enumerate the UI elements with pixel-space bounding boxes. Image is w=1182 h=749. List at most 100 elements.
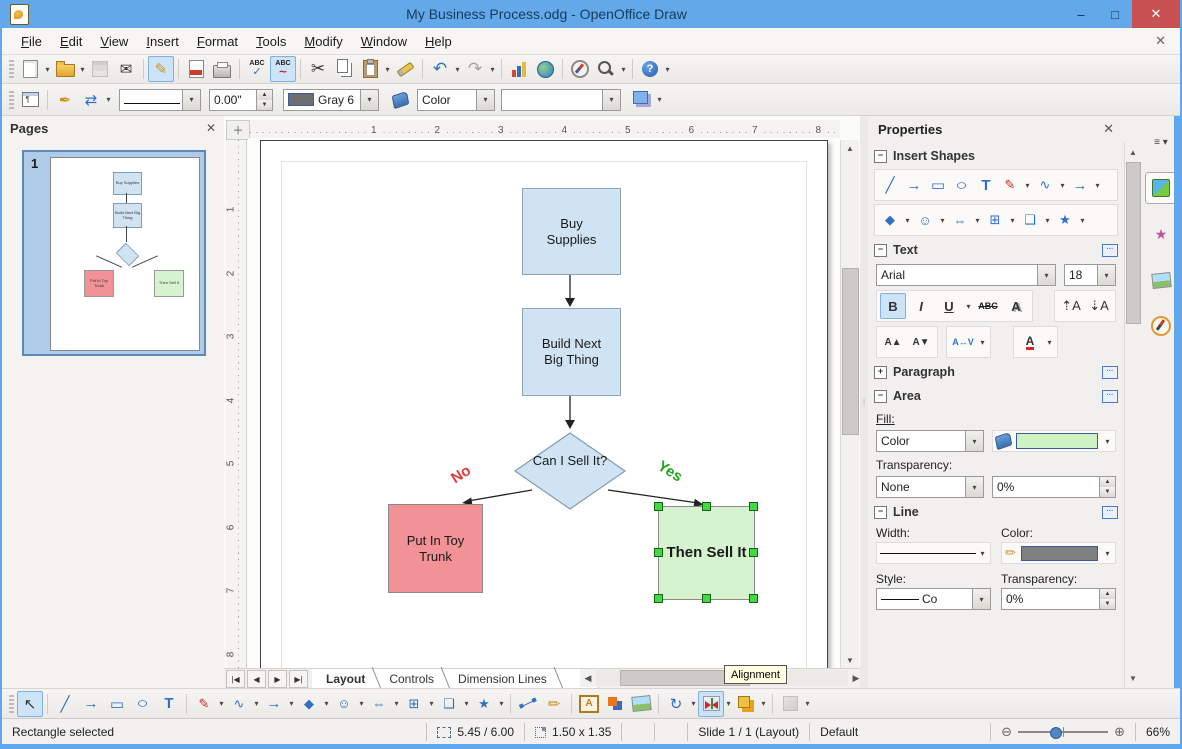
save-button[interactable] — [87, 56, 113, 82]
insert-rectangle-button[interactable] — [927, 173, 949, 197]
first-page-button[interactable]: |◀ — [226, 670, 245, 688]
flow-node-put-in-toy-trunk[interactable]: Put In Toy Trunk — [388, 504, 483, 593]
alignment-button[interactable] — [698, 690, 724, 717]
fill-style-select[interactable]: Color ▾ — [417, 88, 495, 111]
sidebar-splitter[interactable]: ⁞ — [860, 116, 868, 688]
arrange-button[interactable] — [733, 691, 759, 717]
toolbar-overflow[interactable]: ▾ — [663, 65, 672, 74]
star-shapes-button[interactable] — [471, 691, 497, 717]
select-tool-button[interactable] — [17, 690, 43, 717]
toolbar-grip[interactable] — [9, 694, 14, 713]
sidebar-menu-button[interactable] — [1145, 126, 1177, 158]
format-paintbrush-button[interactable] — [392, 56, 418, 82]
edit-mode-button[interactable] — [148, 56, 174, 82]
insert-arrow-button[interactable] — [903, 173, 925, 197]
insert-text-button[interactable] — [975, 173, 997, 197]
character-spacing-button[interactable] — [950, 329, 976, 355]
line-dialog-button[interactable] — [52, 87, 78, 113]
undo-button[interactable] — [427, 56, 453, 82]
navigator-button[interactable] — [567, 56, 593, 82]
new-document-button[interactable] — [17, 56, 43, 82]
glue-points-button[interactable] — [541, 691, 567, 717]
h-ruler[interactable]: 12345678 — [250, 120, 840, 139]
tab-controls[interactable]: Controls — [381, 669, 450, 689]
styles-button[interactable] — [17, 87, 43, 113]
email-button[interactable] — [113, 56, 139, 82]
selection-handle[interactable] — [749, 502, 758, 511]
flow-node-build-next-big-thing[interactable]: Build Next Big Thing — [522, 308, 621, 396]
text-shadow-button[interactable]: A — [1003, 293, 1029, 319]
scroll-down-icon[interactable]: ▼ — [1125, 670, 1141, 686]
help-button[interactable]: ? — [637, 56, 663, 82]
expand-icon[interactable]: + — [874, 365, 887, 379]
extrusion-button[interactable] — [777, 691, 803, 717]
cut-button[interactable] — [305, 56, 331, 82]
line-width-up[interactable]: ▲ — [257, 89, 272, 100]
scroll-up-icon[interactable]: ▲ — [841, 140, 859, 156]
next-page-button[interactable]: ▶ — [268, 670, 287, 688]
increase-font-button[interactable] — [880, 329, 906, 355]
fill-style-dropdown[interactable]: ▾ — [476, 89, 494, 110]
text-dialog-launcher-icon[interactable]: ··· — [1102, 243, 1118, 257]
export-pdf-button[interactable] — [183, 56, 209, 82]
hyperlink-button[interactable] — [532, 56, 558, 82]
underline-button[interactable]: U — [936, 293, 962, 319]
flowchart-shapes-button[interactable] — [401, 691, 427, 717]
selection-handle[interactable] — [654, 548, 663, 557]
menu-tools[interactable]: Tools — [247, 31, 295, 52]
pages-panel-close-icon[interactable]: ✕ — [206, 121, 216, 135]
previous-page-button[interactable]: ◀ — [247, 670, 266, 688]
canvas-v-scrollbar[interactable]: ▲ ▼ — [840, 140, 859, 668]
toolbar-grip[interactable] — [9, 60, 14, 78]
zoom-slider-thumb[interactable] — [1050, 727, 1063, 739]
gallery-button[interactable] — [628, 691, 654, 717]
curve-tool-button[interactable] — [191, 691, 217, 717]
fill-style-value[interactable]: Color — [418, 93, 476, 107]
font-size-value[interactable]: 18 — [1065, 268, 1097, 282]
line-style-select[interactable]: Co ▾ — [876, 588, 991, 610]
underline-dropdown[interactable]: ▾ — [964, 302, 973, 311]
symbol-shapes-button[interactable] — [331, 691, 357, 717]
line-color-select[interactable]: Gray 6 ▾ — [283, 88, 379, 111]
menu-format[interactable]: Format — [188, 31, 247, 52]
slide-indicator[interactable]: Slide 1 / 1 (Layout) — [698, 725, 799, 739]
drawing-page[interactable]: Buy Supplies Build Next Big Thing Can I … — [260, 140, 828, 668]
selection-handle[interactable] — [702, 594, 711, 603]
paste-button[interactable] — [357, 56, 383, 82]
area-fill-type-select[interactable]: Color ▾ — [876, 430, 984, 452]
toolbar-overflow[interactable]: ▾ — [655, 95, 664, 104]
scroll-down-icon[interactable]: ▼ — [841, 652, 859, 668]
v-scroll-thumb[interactable] — [842, 268, 859, 435]
sidebar-tab-properties[interactable] — [1145, 172, 1177, 204]
menu-file[interactable]: File — [12, 31, 51, 52]
flow-node-then-sell-it[interactable]: Then Sell It — [654, 502, 758, 603]
menu-edit[interactable]: Edit — [51, 31, 91, 52]
increase-spacing-button[interactable] — [1058, 293, 1084, 319]
spellcheck-button[interactable] — [244, 56, 270, 82]
collapse-icon[interactable]: − — [874, 243, 887, 257]
zoom-out-icon[interactable] — [1001, 724, 1012, 740]
area-fill-color-dropdown[interactable]: ▾ — [1103, 437, 1112, 446]
scroll-left-icon[interactable]: ◀ — [580, 673, 596, 684]
sidebar-scrollbar[interactable]: ▲ ▼ — [1124, 142, 1141, 688]
selection-handle[interactable] — [654, 502, 663, 511]
toolbar-grip[interactable] — [9, 90, 14, 109]
font-color-dropdown[interactable]: ▾ — [1045, 338, 1054, 347]
line-tool-button[interactable] — [52, 691, 78, 717]
tab-layout[interactable]: Layout — [318, 669, 381, 689]
block-arrows-button[interactable] — [949, 208, 971, 232]
sidebar-close-icon[interactable]: ✕ — [1103, 121, 1114, 137]
zoom-widget[interactable] — [990, 723, 1135, 741]
line-style-select[interactable]: ▾ — [119, 88, 201, 111]
zoom-percent[interactable]: 66% — [1146, 725, 1170, 739]
new-document-dropdown[interactable]: ▾ — [43, 65, 52, 74]
copy-button[interactable] — [331, 56, 357, 82]
edit-points-button[interactable] — [515, 691, 541, 717]
symbol-shapes-button[interactable] — [914, 208, 936, 232]
block-arrows-button[interactable] — [366, 691, 392, 717]
line-dialog-launcher-icon[interactable]: ··· — [1102, 505, 1118, 519]
italic-button[interactable]: I — [908, 293, 934, 319]
strikethrough-button[interactable]: ABC — [975, 293, 1001, 319]
zoom-slider[interactable] — [1018, 727, 1109, 739]
undo-dropdown[interactable]: ▾ — [453, 65, 462, 74]
